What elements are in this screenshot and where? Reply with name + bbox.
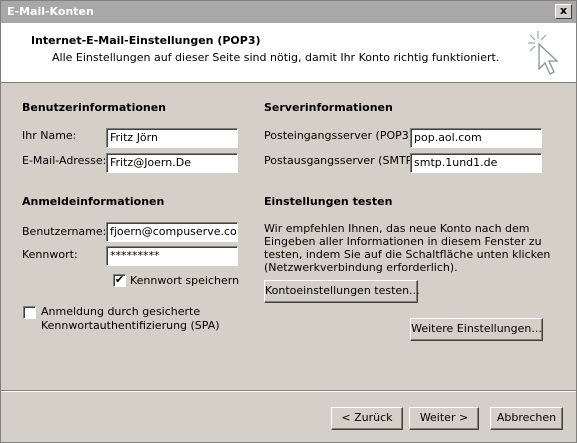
more-settings-button[interactable]: Weitere Einstellungen... <box>410 318 543 341</box>
username-field[interactable]: fjoern@compuserve.com <box>106 222 238 242</box>
test-description-line4: (Netzwerkverbindung erforderlich). <box>264 261 458 274</box>
test-description-line3: testen, indem Sie auf die Schaltfläche u… <box>264 248 551 261</box>
username-label: Benutzername: <box>22 225 107 238</box>
test-settings-heading: Einstellungen testen <box>264 195 393 208</box>
incoming-server-label: Posteingangsserver (POP3): <box>264 129 417 142</box>
remember-password-checkbox[interactable]: ✔ <box>113 274 126 287</box>
name-label: Ihr Name: <box>22 129 77 142</box>
email-field[interactable]: Fritz@Joern.De <box>106 153 238 173</box>
server-info-heading: Serverinformationen <box>264 101 393 114</box>
test-description-line1: Wir empfehlen Ihnen, das neue Konto nach… <box>264 222 530 235</box>
spa-label-line2: Kennwortauthentifizierung (SPA) <box>41 319 220 332</box>
page-title: Internet-E-Mail-Einstellungen (POP3) <box>31 34 261 47</box>
test-account-settings-button[interactable]: Kontoeinstellungen testen... <box>264 280 420 303</box>
email-accounts-dialog: E-Mail-Konten x Internet-E-Mail-Einstell… <box>0 0 577 443</box>
login-info-heading: Anmeldeinformationen <box>22 195 165 208</box>
wizard-content: Benutzerinformationen Ihr Name: Fritz Jö… <box>1 84 576 390</box>
incoming-server-field[interactable]: pop.aol.com <box>410 128 542 148</box>
next-button[interactable]: Weiter > <box>409 407 479 430</box>
title-bar[interactable]: E-Mail-Konten x <box>1 1 576 23</box>
footer-separator <box>1 390 576 392</box>
close-button[interactable]: x <box>555 4 572 19</box>
outgoing-server-label: Postausgangsserver (SMTP): <box>264 154 421 167</box>
outgoing-server-field[interactable]: smtp.1und1.de <box>410 153 542 173</box>
remember-password-label: Kennwort speichern <box>130 274 240 287</box>
cursor-sparkle-icon <box>528 31 559 75</box>
wizard-header: Internet-E-Mail-Einstellungen (POP3) All… <box>1 23 576 83</box>
spa-label-line1: Anmeldung durch gesicherte <box>41 305 201 318</box>
test-description-line2: Eingeben aller Informationen in diesem F… <box>264 235 542 248</box>
name-field[interactable]: Fritz Jörn <box>106 128 238 148</box>
spa-checkbox[interactable] <box>23 306 36 319</box>
window-title: E-Mail-Konten <box>7 5 94 18</box>
email-label: E-Mail-Adresse: <box>22 154 107 167</box>
password-field[interactable]: ********* <box>106 246 238 266</box>
cancel-button[interactable]: Abbrechen <box>490 407 563 430</box>
page-subtitle: Alle Einstellungen auf dieser Seite sind… <box>52 51 500 64</box>
password-label: Kennwort: <box>22 248 78 261</box>
user-info-heading: Benutzerinformationen <box>22 101 167 114</box>
back-button[interactable]: < Zurück <box>331 407 403 430</box>
